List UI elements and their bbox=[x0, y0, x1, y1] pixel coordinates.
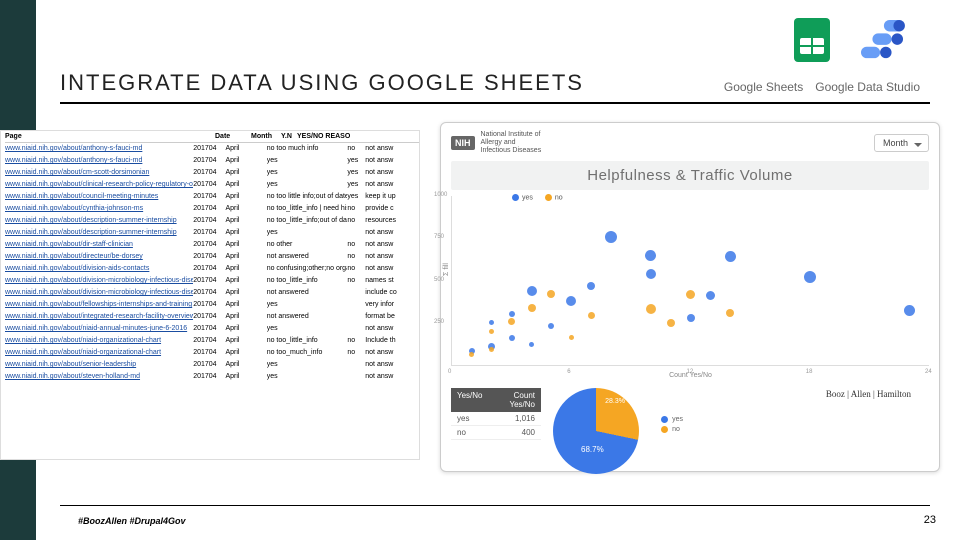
table-row: www.niaid.nih.gov/about/description-summ… bbox=[5, 215, 419, 227]
scatter-point bbox=[646, 304, 656, 314]
scatter-point bbox=[548, 323, 554, 329]
slide-title: INTEGRATE DATA USING GOOGLE SHEETS bbox=[60, 70, 584, 96]
scatter-point bbox=[569, 335, 574, 340]
ct-col-yn: Yes/No bbox=[451, 388, 489, 412]
booz-allen-logo: Booz | Allen | Hamilton bbox=[826, 389, 911, 399]
table-row: www.niaid.nih.gov/about/anthony-s-fauci-… bbox=[5, 155, 419, 167]
scatter-point bbox=[686, 290, 695, 299]
scatter-point bbox=[726, 309, 734, 317]
table-row: www.niaid.nih.gov/about/fellowships-inte… bbox=[5, 299, 419, 311]
scatter-point bbox=[509, 311, 515, 317]
scatter-point bbox=[509, 335, 515, 341]
table-row: www.niaid.nih.gov/about/description-summ… bbox=[5, 227, 419, 239]
table-row: www.niaid.nih.gov/about/council-meeting-… bbox=[5, 191, 419, 203]
table-row: no 400 bbox=[451, 426, 541, 440]
table-row: www.niaid.nih.gov/about/cm-scott-dorsimo… bbox=[5, 167, 419, 179]
table-row: www.niaid.nih.gov/about/niaid-organizati… bbox=[5, 335, 419, 347]
scatter-point bbox=[605, 231, 617, 243]
scatter-point bbox=[527, 286, 537, 296]
scatter-point bbox=[566, 296, 576, 306]
scatter-point bbox=[687, 314, 695, 322]
panel-title: Helpfulness & Traffic Volume bbox=[451, 161, 929, 190]
nih-line1: National Institute of bbox=[481, 131, 542, 139]
scatter-point bbox=[804, 271, 816, 283]
legend-no: no bbox=[555, 194, 563, 201]
pie-pct-no: 28.3% bbox=[605, 398, 625, 405]
scatter-point bbox=[529, 342, 534, 347]
google-data-studio-icon bbox=[859, 20, 905, 62]
scatter-point bbox=[469, 352, 474, 357]
table-row: www.niaid.nih.gov/about/steven-holland-m… bbox=[5, 371, 419, 383]
data-studio-panel: NIH National Institute of Allergy and In… bbox=[440, 122, 940, 472]
scatter-point bbox=[706, 291, 715, 300]
sheet-col-yn: Y.N bbox=[281, 133, 297, 140]
pie-chart: 28.3% 68.7% yes no bbox=[553, 388, 683, 478]
sheet-col-page: Page bbox=[5, 133, 215, 140]
product-labels: Google Sheets Google Data Studio bbox=[724, 80, 920, 94]
nih-line3: Infectious Diseases bbox=[481, 147, 542, 155]
month-dropdown[interactable]: Month bbox=[874, 134, 929, 152]
footer-rule bbox=[60, 505, 930, 506]
table-row: www.niaid.nih.gov/about/integrated-resea… bbox=[5, 311, 419, 323]
pie-legend: yes no bbox=[661, 416, 683, 436]
scatter-point bbox=[528, 304, 536, 312]
table-row: www.niaid.nih.gov/about/directeur/be-dor… bbox=[5, 251, 419, 263]
scatter-legend: yes no bbox=[512, 194, 563, 201]
scatter-point bbox=[904, 305, 915, 316]
nih-logo-icon: NIH bbox=[451, 136, 475, 150]
scatter-point bbox=[646, 269, 656, 279]
scatter-chart: yes no Σ fill Count Yes/No 2505007501000… bbox=[451, 196, 929, 366]
scatter-point bbox=[667, 319, 675, 327]
scatter-point bbox=[725, 251, 736, 262]
sheet-col-reason: YES/NO REASO bbox=[297, 133, 387, 140]
scatter-point bbox=[588, 312, 595, 319]
scatter-point bbox=[587, 282, 595, 290]
datastudio-label: Google Data Studio bbox=[815, 80, 920, 94]
scatter-point bbox=[489, 347, 494, 352]
sheet-col-date: Date bbox=[215, 133, 251, 140]
table-row: www.niaid.nih.gov/about/cynthia-johnson-… bbox=[5, 203, 419, 215]
month-dropdown-label: Month bbox=[883, 138, 908, 148]
table-row: www.niaid.nih.gov/about/anthony-s-fauci-… bbox=[5, 143, 419, 155]
sheet-header-row: Page Date Month Y.N YES/NO REASO bbox=[5, 131, 419, 143]
table-row: www.niaid.nih.gov/about/niaid-annual-min… bbox=[5, 323, 419, 335]
google-sheets-icon bbox=[794, 18, 830, 62]
pie-pct-yes: 68.7% bbox=[581, 445, 604, 454]
table-row: yes 1,016 bbox=[451, 412, 541, 426]
scatter-ylabel: Σ fill bbox=[443, 263, 450, 276]
sheets-label: Google Sheets bbox=[724, 80, 803, 94]
table-row: www.niaid.nih.gov/about/senior-leadershi… bbox=[5, 359, 419, 371]
title-underline bbox=[60, 102, 930, 104]
table-row: www.niaid.nih.gov/about/clinical-researc… bbox=[5, 179, 419, 191]
table-row: www.niaid.nih.gov/about/division-microbi… bbox=[5, 287, 419, 299]
table-row: www.niaid.nih.gov/about/niaid-organizati… bbox=[5, 347, 419, 359]
count-table: Yes/No Count Yes/No yes 1,016 no 400 bbox=[451, 388, 541, 440]
nih-badge: NIH National Institute of Allergy and In… bbox=[451, 131, 541, 155]
scatter-point bbox=[547, 290, 555, 298]
scatter-point bbox=[489, 320, 494, 325]
ct-col-count: Count Yes/No bbox=[489, 388, 541, 412]
page-number: 23 bbox=[924, 514, 936, 526]
footer-hashtag: #BoozAllen #Drupal4Gov bbox=[78, 516, 186, 526]
table-row: www.niaid.nih.gov/about/division-microbi… bbox=[5, 275, 419, 287]
sheet-col-extra bbox=[387, 133, 407, 140]
scatter-point bbox=[508, 318, 515, 325]
legend-yes: yes bbox=[522, 194, 533, 201]
sheet-col-month: Month bbox=[251, 133, 281, 140]
table-row: www.niaid.nih.gov/about/dir-staff-clinic… bbox=[5, 239, 419, 251]
nih-line2: Allergy and bbox=[481, 139, 542, 147]
scatter-point bbox=[489, 329, 494, 334]
table-row: www.niaid.nih.gov/about/division-aids-co… bbox=[5, 263, 419, 275]
scatter-point bbox=[645, 250, 656, 261]
spreadsheet-screenshot: Page Date Month Y.N YES/NO REASO www.nia… bbox=[0, 130, 420, 460]
